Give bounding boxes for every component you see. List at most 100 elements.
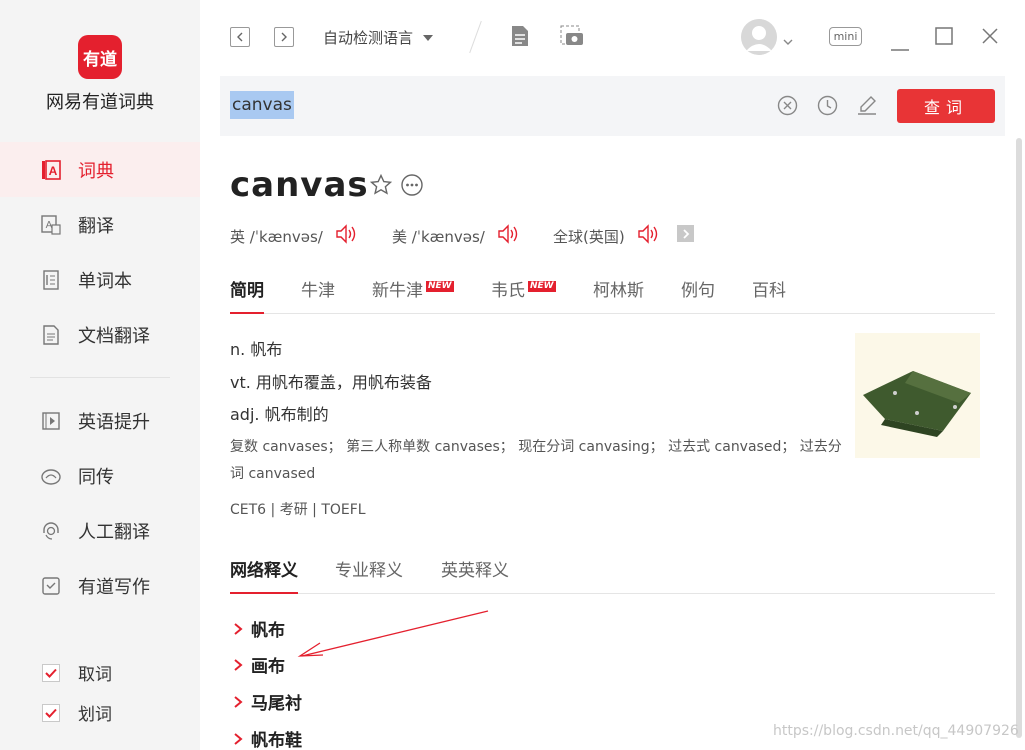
search-input[interactable]: canvas	[230, 88, 294, 122]
pronunciation-global: 全球(英国)	[553, 224, 659, 248]
web-meaning-item[interactable]: 马尾衬	[233, 689, 302, 714]
language-select[interactable]: 自动检测语言	[323, 27, 434, 48]
sidebar-item-label: 同传	[78, 466, 114, 488]
speaker-icon[interactable]	[497, 224, 519, 248]
toolbar-divider	[469, 20, 482, 54]
definition-noun: n. 帆布	[230, 340, 283, 359]
sidebar-item-label: 单词本	[78, 270, 132, 292]
chevron-down-icon[interactable]	[783, 31, 793, 50]
chevron-right-icon	[281, 32, 287, 42]
tab-professional-meaning[interactable]: 专业释义	[335, 556, 403, 594]
back-button[interactable]	[230, 27, 250, 47]
chevron-right-icon	[234, 695, 243, 708]
watermark: https://blog.csdn.net/qq_44907926	[773, 723, 1019, 739]
tab-encyclopedia[interactable]: 百科	[752, 276, 786, 314]
checkbox[interactable]	[42, 663, 60, 682]
search-bar: canvas 查词	[220, 76, 1005, 136]
sidebar-item-translate[interactable]: A 翻译	[0, 197, 200, 252]
close-icon	[982, 28, 998, 44]
user-icon	[741, 19, 777, 55]
definition-verb: vt. 用帆布覆盖，用帆布装备	[230, 373, 432, 392]
tab-oxford[interactable]: 牛津	[301, 276, 335, 314]
maximize-button[interactable]	[935, 27, 953, 49]
tab-examples[interactable]: 例句	[681, 276, 715, 314]
chevron-right-icon	[234, 658, 243, 671]
tab-label: 例句	[681, 281, 715, 301]
annotation-arrow	[297, 610, 489, 657]
handwriting-button[interactable]	[856, 95, 878, 120]
web-meaning-text: 马尾衬	[251, 694, 302, 714]
word-forms: 复数 canvases； 第三人称单数 canvases； 现在分词 canva…	[230, 439, 842, 482]
sidebar-item-simultaneous[interactable]: 同传	[0, 448, 200, 503]
mini-mode-button[interactable]: mini	[829, 27, 862, 46]
chevron-right-icon	[234, 732, 243, 745]
sidebar-item-label: 人工翻译	[78, 521, 150, 543]
app-logo: 有道	[78, 35, 122, 79]
scrollbar[interactable]	[1016, 138, 1022, 738]
dictionary-icon: A	[40, 159, 62, 181]
minimize-button[interactable]	[891, 36, 909, 55]
select-word-checkbox[interactable]: 划词	[42, 700, 112, 725]
clear-search-button[interactable]	[777, 95, 798, 120]
play-video-icon	[40, 410, 62, 432]
forward-button[interactable]	[274, 27, 294, 47]
tab-web-meaning[interactable]: 网络释义	[230, 556, 298, 594]
chevron-right-icon	[234, 622, 243, 635]
web-meaning-text: 画布	[251, 657, 285, 677]
web-meaning-item[interactable]: 帆布鞋	[233, 726, 302, 750]
sync-cloud-icon	[40, 465, 62, 487]
more-accents-button[interactable]	[677, 225, 694, 242]
minimize-icon	[891, 49, 909, 51]
tab-webster[interactable]: 韦氏 NEW	[491, 276, 556, 314]
tab-label: 英英释义	[441, 561, 509, 581]
definition-adjective: adj. 帆布制的	[230, 405, 329, 424]
more-icon	[401, 174, 423, 196]
tab-label: 百科	[752, 281, 786, 301]
word-image[interactable]	[855, 333, 980, 458]
web-meaning-item[interactable]: 帆布	[233, 616, 285, 641]
new-badge: NEW	[528, 281, 556, 292]
sidebar-item-wordbook[interactable]: 单词本	[0, 252, 200, 307]
translate-icon: A	[40, 214, 62, 236]
speaker-icon[interactable]	[335, 224, 357, 248]
clock-icon	[817, 95, 838, 116]
sidebar-item-english-improve[interactable]: 英语提升	[0, 393, 200, 448]
language-select-value: 自动检测语言	[323, 29, 414, 47]
tab-label: 牛津	[301, 281, 335, 301]
tab-new-oxford[interactable]: 新牛津 NEW	[372, 276, 454, 314]
checkbox-label: 划词	[78, 705, 112, 725]
tab-concise[interactable]: 简明	[230, 276, 264, 314]
capture-word-checkbox[interactable]: 取词	[42, 660, 112, 685]
headword: canvas	[230, 165, 369, 205]
checkbox[interactable]	[42, 703, 60, 722]
web-meaning-item[interactable]: 画布	[233, 652, 285, 677]
clear-icon	[777, 95, 798, 116]
tab-english-english[interactable]: 英英释义	[441, 556, 509, 594]
tab-label: 专业释义	[335, 561, 403, 581]
document-icon	[40, 324, 62, 346]
tab-label: 网络释义	[230, 561, 298, 581]
sidebar-item-document-translate[interactable]: 文档翻译	[0, 307, 200, 362]
history-button[interactable]	[817, 95, 838, 120]
tab-label: 简明	[230, 281, 264, 301]
close-button[interactable]	[981, 27, 999, 49]
favorite-button[interactable]	[369, 173, 393, 199]
checkbox-label: 取词	[78, 665, 112, 685]
sidebar-item-writing[interactable]: 有道写作	[0, 558, 200, 613]
sidebar-item-human-translate[interactable]: 人工翻译	[0, 503, 200, 558]
canvas-tarp-image	[863, 371, 971, 437]
sidebar-item-label: 翻译	[78, 215, 114, 237]
sidebar-item-dictionary[interactable]: A 词典	[0, 142, 200, 197]
maximize-icon	[935, 27, 953, 45]
more-options-button[interactable]	[401, 174, 423, 200]
document-toolbar-button[interactable]	[510, 25, 530, 51]
sidebar-item-label: 英语提升	[78, 411, 150, 433]
user-avatar[interactable]	[741, 19, 777, 55]
screenshot-translate-button[interactable]	[560, 25, 584, 51]
tab-label: 新牛津	[372, 281, 423, 301]
dictionary-tabs: 简明 牛津 新牛津 NEW 韦氏 NEW 柯林斯 例句 百科	[230, 276, 995, 314]
web-meaning-text: 帆布	[251, 621, 285, 641]
speaker-icon[interactable]	[637, 224, 659, 248]
tab-collins[interactable]: 柯林斯	[593, 276, 644, 314]
query-button[interactable]: 查词	[897, 89, 995, 123]
